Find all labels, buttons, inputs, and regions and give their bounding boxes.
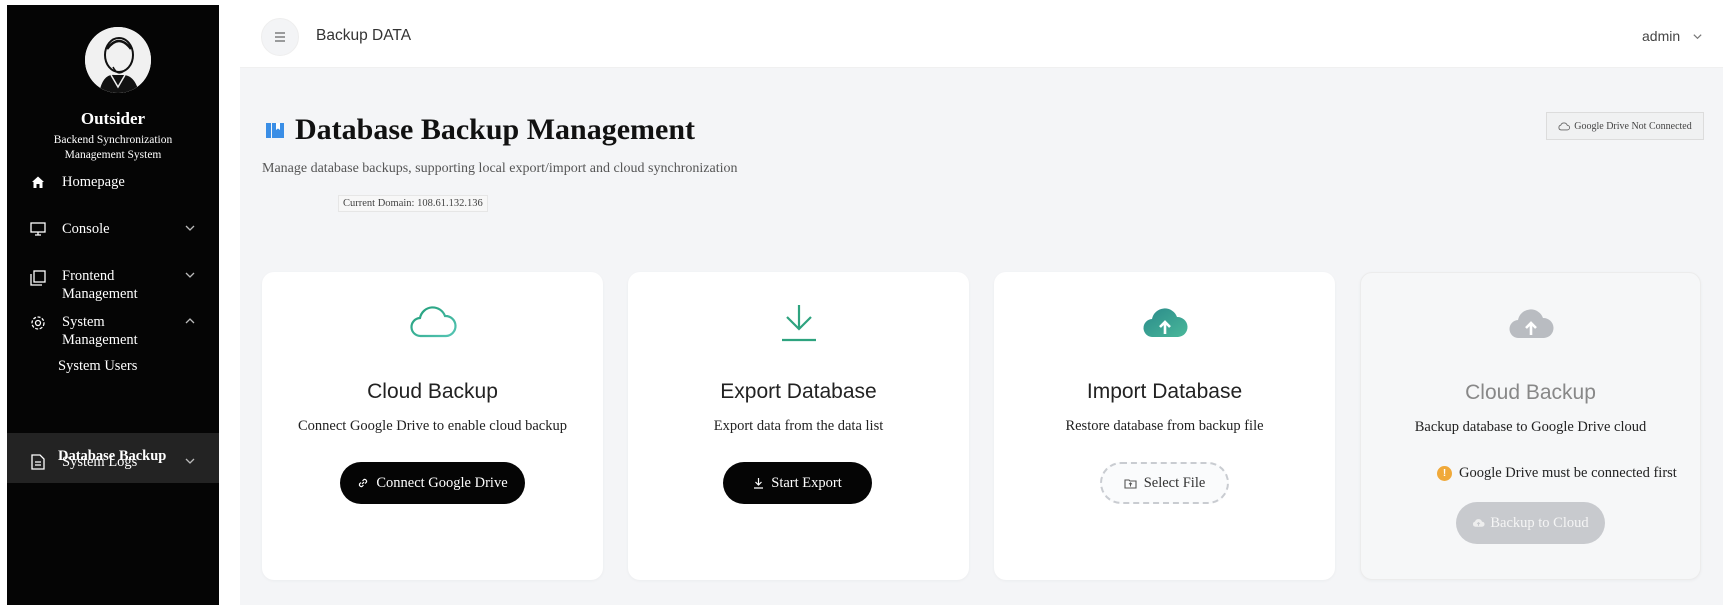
brand-subtitle: Backend Synchronization Management Syste… — [7, 133, 219, 163]
page-title-text: Database Backup Management — [295, 113, 696, 146]
top-bar — [240, 0, 1723, 68]
book-icon — [266, 123, 284, 138]
button-label: Start Export — [771, 474, 842, 491]
sidebar-item-label: System Logs — [62, 454, 138, 470]
download-icon — [628, 302, 969, 348]
cloud-upload-small-icon — [1473, 519, 1485, 527]
monitor-icon — [29, 220, 47, 238]
google-drive-status-text: Google Drive Not Connected — [1574, 120, 1692, 132]
button-label: Connect Google Drive — [376, 474, 508, 491]
sidebar-item-label-line2: Management — [62, 332, 138, 348]
card-description: Export data from the data list — [713, 418, 884, 434]
avatar — [85, 27, 151, 93]
sidebar: Outsider Backend Synchronization Managem… — [7, 5, 219, 605]
user-menu[interactable]: admin — [1642, 28, 1703, 44]
chevron-down-icon — [184, 268, 198, 282]
card-title: Export Database — [720, 380, 877, 403]
button-label: Backup to Cloud — [1490, 514, 1589, 531]
sidebar-item-system-users[interactable]: System Users — [7, 358, 219, 375]
card-description: Backup database to Google Drive cloud — [1414, 419, 1647, 435]
gear-icon — [29, 314, 47, 332]
select-file-button[interactable]: Select File — [1100, 462, 1229, 504]
cloud-outline-icon — [1558, 121, 1571, 130]
brand-subtitle-line2: Management System — [64, 149, 162, 161]
sidebar-item-label-line2: Management — [62, 286, 138, 302]
card-title: Cloud Backup — [367, 380, 498, 403]
copy-icon — [29, 269, 47, 287]
sidebar-item-label: System Management — [62, 313, 138, 349]
cloud-backup-connect-card: Cloud Backup Connect Google Drive to ena… — [262, 272, 603, 580]
cloud-outline-icon — [262, 302, 603, 348]
username: admin — [1642, 28, 1681, 44]
sidebar-item-label-line1: Frontend — [62, 268, 115, 284]
page-description: Manage database backups, supporting loca… — [262, 161, 738, 176]
home-icon — [29, 173, 47, 191]
card-description: Restore database from backup file — [1065, 418, 1264, 434]
cloud-upload-icon — [994, 302, 1335, 348]
brand-name: Outsider — [80, 109, 146, 128]
sidebar-item-label-line1: System — [62, 314, 105, 330]
card-description: Connect Google Drive to enable cloud bac… — [298, 418, 567, 434]
import-database-card: Import Database Restore database from ba… — [994, 272, 1335, 580]
connect-google-drive-button[interactable]: Connect Google Drive — [340, 462, 525, 504]
export-database-card: Export Database Export data from the dat… — [628, 272, 969, 580]
connection-required-warning: ! Google Drive must be connected first — [1437, 465, 1677, 482]
chevron-down-icon — [184, 221, 198, 235]
current-domain-label: Current Domain: 108.61.132.136 — [338, 195, 488, 212]
warning-icon: ! — [1437, 466, 1452, 481]
cloud-backup-upload-card: Cloud Backup Backup database to Google D… — [1360, 272, 1701, 580]
hamburger-icon — [275, 32, 285, 42]
sidebar-item-label: Console — [62, 221, 110, 237]
page-tab-title: Backup DATA — [316, 27, 412, 44]
card-title: Cloud Backup — [1465, 381, 1596, 404]
download-small-icon — [754, 478, 764, 489]
warning-text: Google Drive must be connected first — [1459, 465, 1677, 481]
card-title: Import Database — [1086, 380, 1243, 403]
link-icon — [359, 478, 368, 488]
backup-to-cloud-button[interactable]: Backup to Cloud — [1456, 502, 1605, 544]
chevron-down-icon — [1693, 33, 1702, 39]
button-label: Select File — [1143, 474, 1206, 491]
sidebar-item-label: Frontend Management — [62, 267, 138, 303]
document-icon — [29, 453, 47, 471]
start-export-button[interactable]: Start Export — [723, 462, 872, 504]
chevron-up-icon — [184, 314, 198, 328]
hamburger-menu-button[interactable] — [261, 18, 299, 56]
sidebar-item-label: Homepage — [62, 174, 125, 190]
folder-upload-icon — [1124, 478, 1137, 489]
chevron-down-icon — [184, 454, 198, 468]
cloud-upload-icon — [1361, 303, 1700, 349]
page-title: Database Backup Management — [265, 113, 695, 147]
google-drive-status-badge: Google Drive Not Connected — [1546, 112, 1704, 140]
brand-subtitle-line1: Backend Synchronization — [53, 134, 173, 146]
